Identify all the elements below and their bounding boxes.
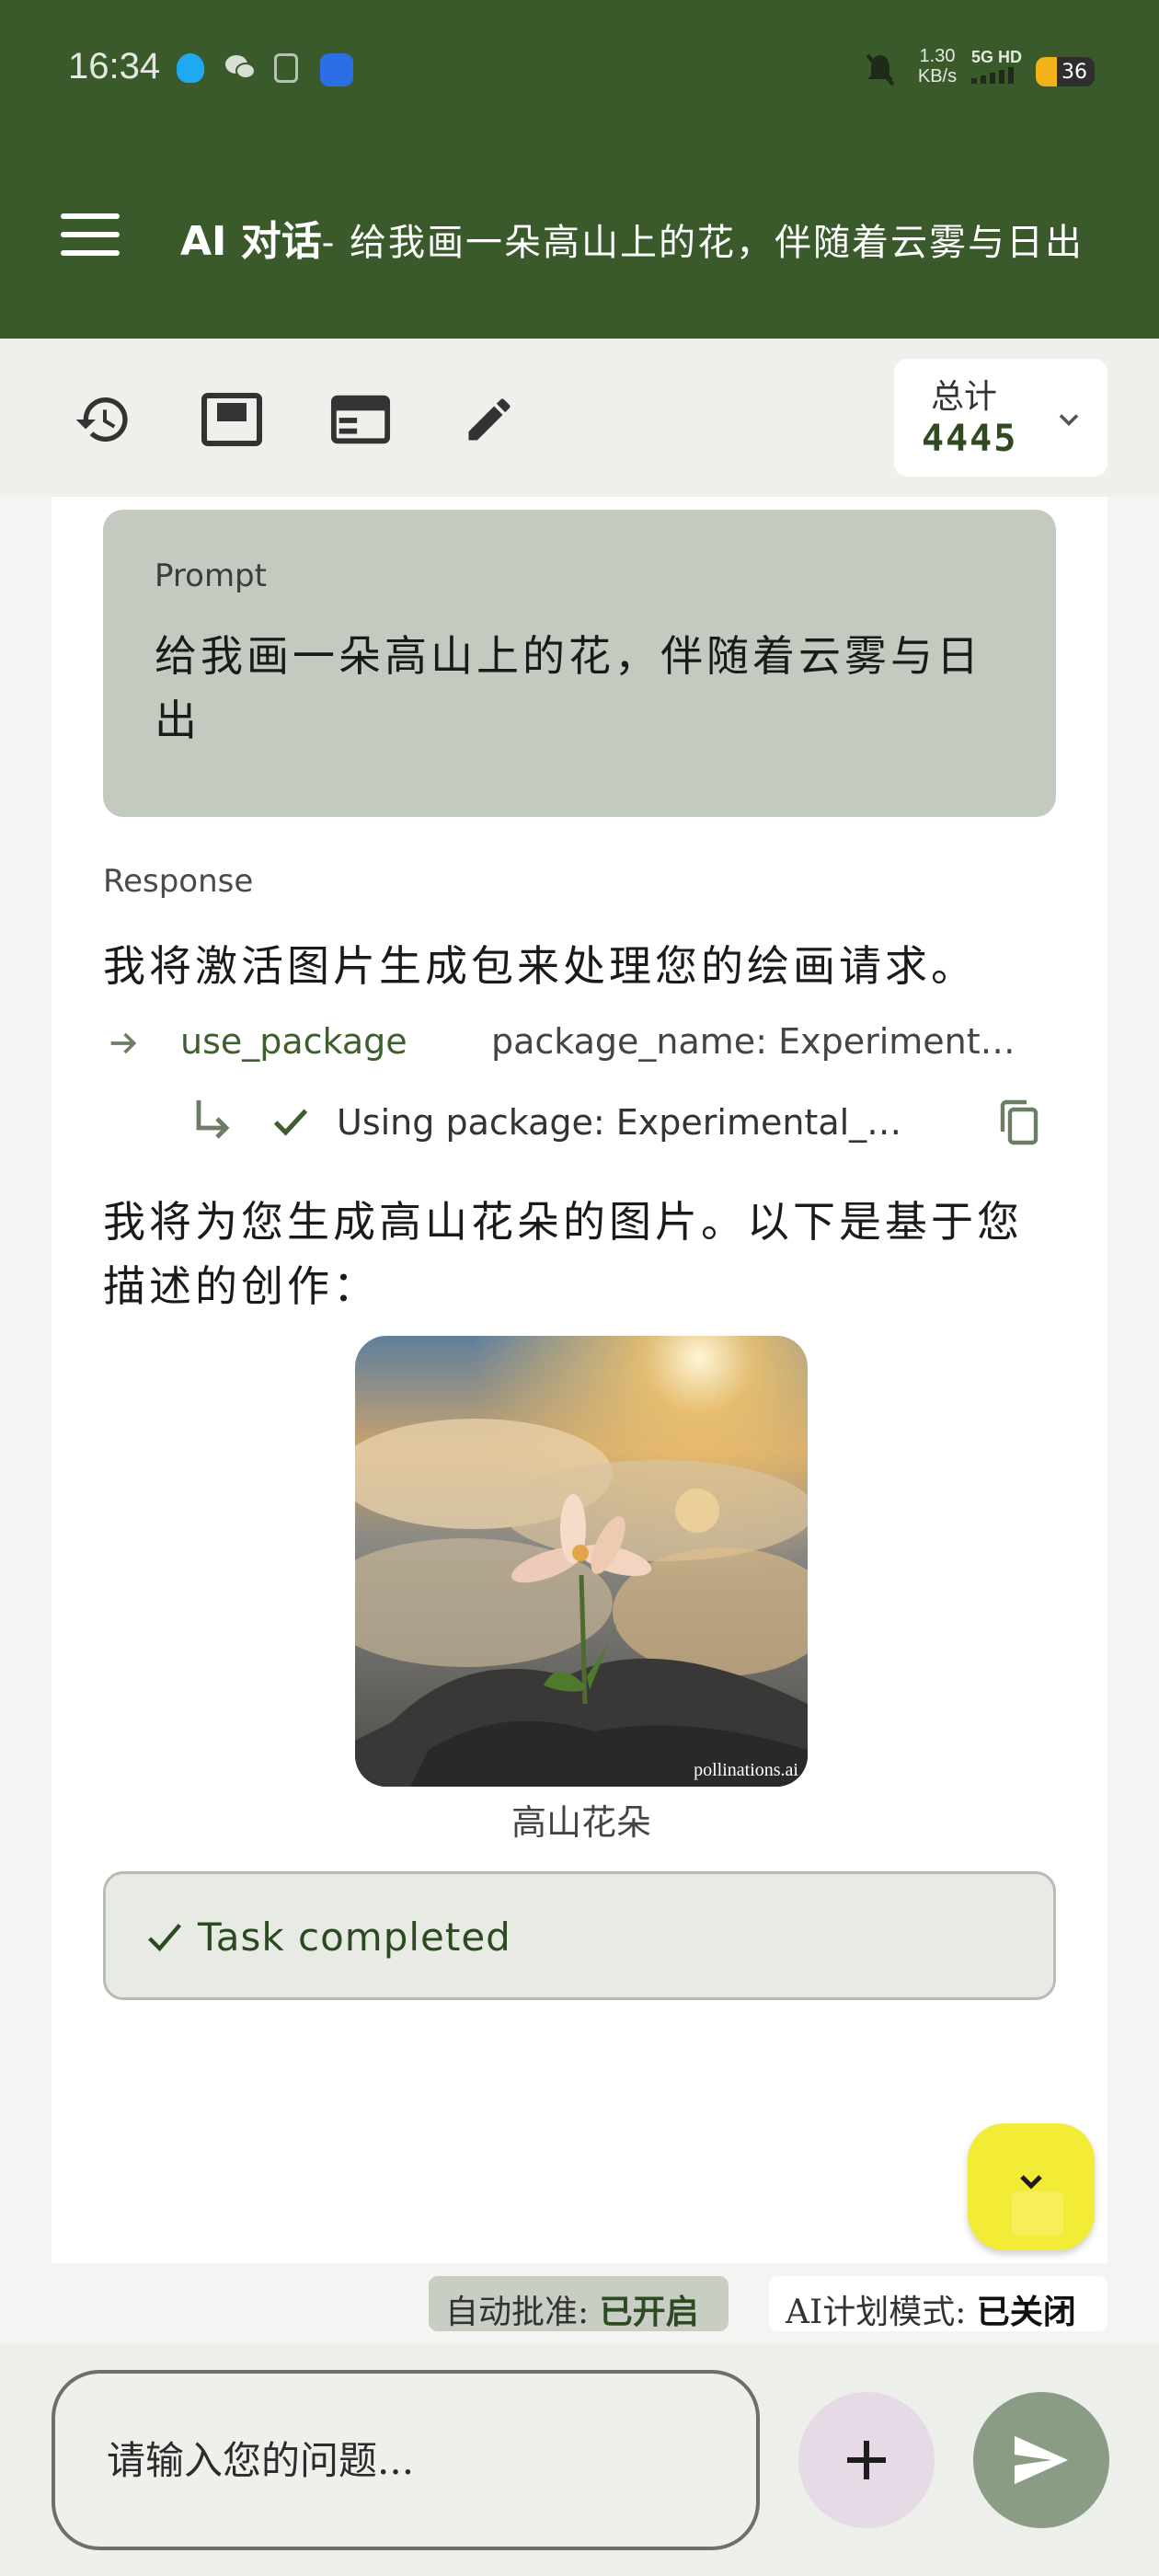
tool-params: package_name: Experimental_Image_Generat… xyxy=(491,1021,1034,1062)
task-status-box: Task completed xyxy=(103,1871,1056,2000)
conversation-subtitle: - 给我画一朵高山上的花，伴随着云雾与日出 xyxy=(321,222,1084,264)
response-label: Response xyxy=(103,863,254,900)
send-button[interactable] xyxy=(973,2392,1109,2528)
response-intro: 我将激活图片生成包来处理您的绘画请求。 xyxy=(103,941,977,991)
network-label: 5G HD xyxy=(971,48,1023,66)
network-speed-value: 1.30 xyxy=(919,46,956,66)
checkmark-icon xyxy=(148,1924,182,1952)
chevron-down-icon xyxy=(1020,2175,1042,2190)
plan-mode-value: 已关闭 xyxy=(976,2293,1076,2331)
edit-button[interactable] xyxy=(454,385,524,454)
tool-result-text: Using package: Experimental_Image_Genera… xyxy=(337,1102,907,1143)
chat-panel: Prompt 给我画一朵高山上的花，伴随着云雾与日出 Response 我将激活… xyxy=(52,497,1107,2263)
auto-approve-value: 已开启 xyxy=(599,2293,699,2331)
mute-icon xyxy=(865,52,896,91)
checkmark-icon xyxy=(273,1109,308,1136)
generated-image[interactable]: pollinations.ai xyxy=(355,1336,808,1787)
response-body-line1: 我将为您生成高山花朵的图片。以下是基于您 xyxy=(103,1197,1023,1247)
token-total-dropdown[interactable]: 总计 4445 xyxy=(894,359,1107,477)
task-status-text: Task completed xyxy=(198,1915,511,1960)
menu-icon[interactable] xyxy=(61,213,120,258)
battery-text: 36 xyxy=(1061,61,1087,84)
plan-mode-toggle[interactable]: AI计划模式: 已关闭 xyxy=(769,2276,1107,2331)
app-title: AI 对话 xyxy=(180,218,322,265)
send-icon xyxy=(1014,2435,1069,2485)
wechat-icon xyxy=(224,53,256,83)
scroll-to-bottom-button[interactable] xyxy=(968,2123,1095,2250)
battery-indicator: 36 xyxy=(1036,57,1095,86)
web-layout-button[interactable] xyxy=(326,385,396,454)
qq-icon xyxy=(177,53,204,83)
battery-fill xyxy=(1036,57,1058,86)
history-button[interactable] xyxy=(68,385,138,454)
total-label: 总计 xyxy=(931,378,998,416)
floating-window-button[interactable] xyxy=(197,385,267,454)
network-speed-unit: KB/s xyxy=(917,66,958,86)
add-attachment-button[interactable] xyxy=(798,2392,935,2528)
auto-approve-label: 自动批准: xyxy=(445,2294,600,2331)
prompt-text: 给我画一朵高山上的花，伴随着云雾与日出 xyxy=(155,631,982,745)
history-icon xyxy=(75,397,128,442)
status-time: 16:34 xyxy=(68,46,161,86)
user-prompt-card: Prompt 给我画一朵高山上的花，伴随着云雾与日出 xyxy=(103,510,1056,817)
page-title: AI 对话- 给我画一朵高山上的花，伴随着云雾与日出 xyxy=(180,208,1084,267)
app-header: 16:34 1.30 KB/s 5G HD 36 AI 对话- 给我画一朵高山上… xyxy=(0,0,1159,339)
auto-approve-toggle[interactable]: 自动批准: 已开启 xyxy=(429,2276,729,2331)
picture-in-picture-icon xyxy=(201,393,262,446)
network-speed: 1.30 KB/s xyxy=(916,46,958,86)
message-input[interactable] xyxy=(52,2370,760,2550)
plus-icon xyxy=(847,2441,886,2479)
signal-indicator: 5G HD xyxy=(971,48,1027,88)
arrow-right-icon xyxy=(110,1032,137,1054)
copy-icon[interactable] xyxy=(997,1098,1041,1146)
status-bar: 16:34 1.30 KB/s 5G HD 36 xyxy=(0,0,1159,138)
chevron-down-icon xyxy=(1059,414,1079,427)
return-arrow-icon xyxy=(196,1100,230,1139)
tool-result-row: Using package: Experimental_Image_Genera… xyxy=(189,1093,1045,1152)
total-value: 4445 xyxy=(922,418,1018,460)
tool-call-row[interactable]: use_package package_name: Experimental_I… xyxy=(103,1016,1060,1071)
file-icon xyxy=(274,53,298,83)
plan-mode-label: AI计划模式: xyxy=(786,2294,977,2331)
image-caption: 高山花朵 xyxy=(511,1802,651,1843)
web-layout-icon xyxy=(330,395,391,444)
image-watermark: pollinations.ai xyxy=(694,1760,798,1780)
tool-name: use_package xyxy=(180,1021,407,1062)
prompt-label: Prompt xyxy=(155,558,267,594)
edit-pencil-icon xyxy=(468,398,511,441)
app-notification-icon xyxy=(320,53,353,86)
response-body-line2: 描述的创作： xyxy=(103,1261,379,1311)
